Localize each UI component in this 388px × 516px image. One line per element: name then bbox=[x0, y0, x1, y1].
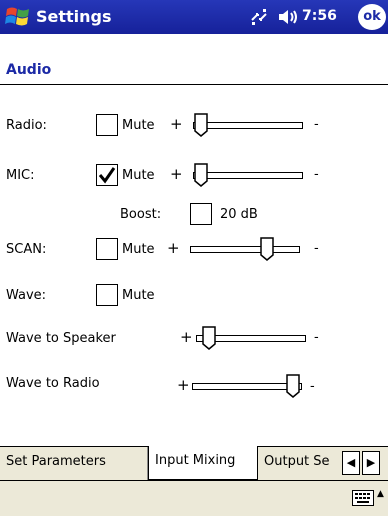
scan-label: SCAN: bbox=[6, 242, 47, 257]
tab-output-settings[interactable]: Output Se bbox=[258, 447, 342, 480]
title-bar: Settings 7:56 ok bbox=[0, 0, 388, 34]
windows-logo-icon[interactable] bbox=[5, 5, 31, 29]
boost-value-label: 20 dB bbox=[220, 207, 258, 222]
wave-mute-label: Mute bbox=[122, 288, 155, 303]
radio-plus-label: + bbox=[170, 115, 183, 133]
wave-to-radio-slider-thumb[interactable] bbox=[286, 374, 300, 398]
wave-to-radio-label: Wave to Radio bbox=[6, 376, 100, 391]
tab-scroll-left-button[interactable]: ◀ bbox=[342, 451, 360, 475]
mic-mute-checkbox[interactable] bbox=[96, 164, 118, 186]
keyboard-icon[interactable] bbox=[352, 490, 374, 506]
mic-slider-track[interactable] bbox=[193, 172, 303, 179]
clock-time[interactable]: 7:56 bbox=[302, 8, 337, 24]
radio-label: Radio: bbox=[6, 118, 47, 133]
page-header: Audio bbox=[0, 34, 388, 85]
boost-label: Boost: bbox=[120, 207, 162, 222]
scan-mute-checkbox[interactable] bbox=[96, 238, 118, 260]
tab-scroll-right-button[interactable]: ▶ bbox=[362, 451, 380, 475]
speaker-volume-icon[interactable] bbox=[276, 6, 300, 28]
scan-minus-label: - bbox=[314, 241, 319, 256]
mic-mute-label: Mute bbox=[122, 168, 155, 183]
header-divider bbox=[0, 84, 388, 85]
tab-strip: Set Parameters Input Mixing Output Se ◀ … bbox=[0, 446, 388, 480]
connectivity-icon[interactable] bbox=[248, 6, 270, 28]
mic-label: MIC: bbox=[6, 168, 35, 183]
mic-plus-label: + bbox=[170, 165, 183, 183]
radio-mute-label: Mute bbox=[122, 118, 155, 133]
bottom-menu-bar: ▲ bbox=[0, 480, 388, 516]
radio-minus-label: - bbox=[314, 117, 319, 132]
scan-slider-thumb[interactable] bbox=[260, 237, 274, 261]
scan-plus-label: + bbox=[167, 239, 180, 257]
radio-slider-thumb[interactable] bbox=[194, 113, 208, 137]
mic-minus-label: - bbox=[314, 167, 319, 182]
sip-up-arrow-icon[interactable]: ▲ bbox=[377, 489, 384, 499]
wave-to-speaker-plus-label: + bbox=[180, 328, 193, 346]
tab-set-parameters[interactable]: Set Parameters bbox=[0, 447, 148, 480]
wave-to-speaker-slider-thumb[interactable] bbox=[202, 326, 216, 350]
wave-to-speaker-label: Wave to Speaker bbox=[6, 331, 116, 346]
wave-to-radio-minus-label: - bbox=[310, 379, 315, 394]
checkmark-icon bbox=[98, 167, 116, 184]
wave-mute-checkbox[interactable] bbox=[96, 284, 118, 306]
tab-input-mixing[interactable]: Input Mixing bbox=[148, 446, 258, 480]
app-title: Settings bbox=[36, 7, 112, 26]
mic-slider-thumb[interactable] bbox=[194, 163, 208, 187]
wave-to-speaker-minus-label: - bbox=[314, 330, 319, 345]
scan-mute-label: Mute bbox=[122, 242, 155, 257]
ok-button[interactable]: ok bbox=[358, 4, 386, 30]
radio-slider-track[interactable] bbox=[193, 122, 303, 129]
scan-slider-track[interactable] bbox=[190, 246, 300, 253]
boost-checkbox[interactable] bbox=[190, 203, 212, 225]
wave-to-radio-plus-label: + bbox=[177, 376, 190, 394]
wave-label: Wave: bbox=[6, 288, 47, 303]
radio-mute-checkbox[interactable] bbox=[96, 114, 118, 136]
page-title: Audio bbox=[6, 62, 52, 78]
